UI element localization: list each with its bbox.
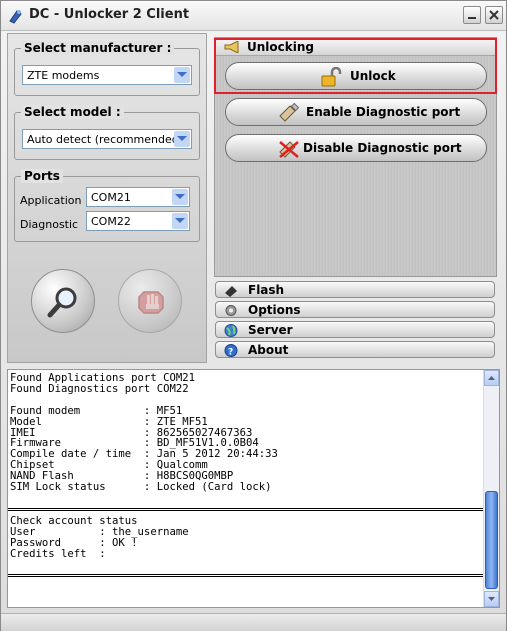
manufacturer-value: ZTE modems <box>27 69 100 82</box>
nav-server-label: Server <box>248 323 293 337</box>
unlocking-header[interactable]: Unlocking <box>215 38 496 56</box>
log-block-detection: Found Applications port COM21 Found Diag… <box>10 372 278 494</box>
diagnostic-port-value: COM22 <box>91 215 131 228</box>
enable-diagnostic-button[interactable]: Enable Diagnostic port <box>225 98 487 126</box>
enable-diagnostic-label: Enable Diagnostic port <box>306 105 461 119</box>
manufacturer-label: Select manufacturer : <box>21 41 175 55</box>
nav-about-label: About <box>248 343 289 357</box>
minimize-button[interactable] <box>463 6 481 24</box>
title-bar: DC - Unlocker 2 Client <box>1 1 506 31</box>
globe-icon <box>224 324 238 337</box>
scroll-thumb[interactable] <box>485 491 498 589</box>
diagnostic-port-label: Diagnostic <box>20 218 79 231</box>
help-icon: ? <box>224 344 238 358</box>
gear-icon <box>225 305 237 316</box>
megaphone-icon <box>224 41 239 53</box>
scroll-up-button[interactable] <box>484 370 499 386</box>
ports-group: Ports Application COM21 Diagnostic COM22 <box>14 169 200 242</box>
close-icon <box>489 10 499 20</box>
arrow-down-icon <box>488 597 495 601</box>
arrow-up-icon <box>488 376 495 380</box>
log-separator <box>8 574 484 577</box>
nav-server[interactable]: Server <box>215 321 495 338</box>
scroll-down-button[interactable] <box>484 591 499 607</box>
model-select[interactable]: Auto detect (recommended) <box>22 129 192 149</box>
manufacturer-select[interactable]: ZTE modems <box>22 65 192 85</box>
nav-flash-label: Flash <box>248 283 285 297</box>
chevron-down-icon[interactable] <box>172 213 188 229</box>
model-label: Select model : <box>21 105 124 119</box>
log-separator <box>8 508 484 511</box>
model-group: Select model : Auto detect (recommended) <box>14 105 200 160</box>
status-bar <box>1 613 506 631</box>
detect-button[interactable] <box>31 269 95 333</box>
unlocking-panel: Unlocking Unlock Enable Diagnostic port … <box>214 37 497 277</box>
app-window: DC - Unlocker 2 Client Select manufactur… <box>0 0 507 631</box>
close-button[interactable] <box>485 6 503 24</box>
magnifier-icon <box>47 287 77 318</box>
application-port-value: COM21 <box>91 191 131 204</box>
nav-options[interactable]: Options <box>215 301 495 318</box>
chevron-down-icon[interactable] <box>174 67 190 83</box>
usb-plug-disabled-icon <box>279 141 299 158</box>
manufacturer-group: Select manufacturer : ZTE modems <box>14 41 200 96</box>
nav-flash[interactable]: Flash <box>215 281 495 298</box>
log-scrollbar[interactable] <box>483 370 499 607</box>
svg-text:?: ? <box>228 348 233 358</box>
unlock-button[interactable]: Unlock <box>225 62 487 90</box>
ports-label: Ports <box>21 169 63 183</box>
window-title: DC - Unlocker 2 Client <box>29 7 190 22</box>
usb-plug-icon <box>279 103 300 122</box>
stop-hand-icon <box>138 291 164 314</box>
model-value: Auto detect (recommended) <box>27 133 184 146</box>
diagnostic-port-select[interactable]: COM22 <box>86 211 190 231</box>
chevron-down-icon[interactable] <box>172 189 188 205</box>
nav-about[interactable]: ? About <box>215 341 495 358</box>
disable-diagnostic-label: Disable Diagnostic port <box>303 141 462 155</box>
minimize-icon <box>468 17 476 19</box>
log-block-account: Check account status User : the_username… <box>10 515 189 560</box>
application-port-select[interactable]: COM21 <box>86 187 190 207</box>
disable-diagnostic-button[interactable]: Disable Diagnostic port <box>225 134 487 162</box>
nav-options-label: Options <box>248 303 301 317</box>
application-port-label: Application <box>20 194 82 207</box>
chevron-down-icon[interactable] <box>174 131 190 147</box>
padlock-open-icon <box>321 67 342 87</box>
app-icon <box>9 10 22 24</box>
log-output[interactable]: Found Applications port COM21 Found Diag… <box>7 369 500 608</box>
settings-panel: Select manufacturer : ZTE modems Select … <box>7 33 207 363</box>
unlocking-title: Unlocking <box>247 40 314 54</box>
unlock-label: Unlock <box>350 69 396 83</box>
stop-button[interactable] <box>118 269 182 333</box>
flash-chip-icon <box>225 286 237 297</box>
